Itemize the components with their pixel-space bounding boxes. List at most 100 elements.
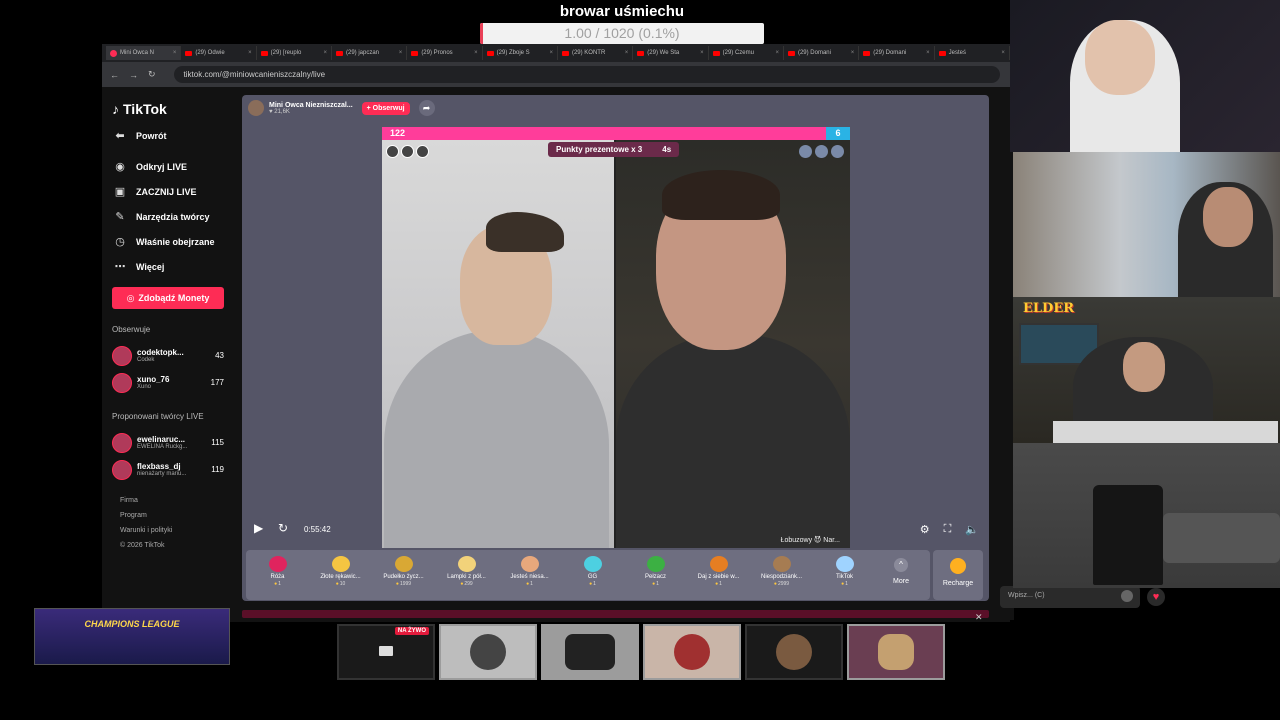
gift-item[interactable]: Róża1 xyxy=(246,550,309,600)
host-name[interactable]: Mini Owca Niezniszczal... xyxy=(269,102,353,109)
browser-tab[interactable]: Mini Owca N × xyxy=(106,46,182,60)
chat-input[interactable]: Wpisz... (C) xyxy=(1000,586,1140,608)
thumbnail-2[interactable] xyxy=(541,624,639,680)
get-coins-button[interactable]: ◎ Zdobądź Monety xyxy=(112,287,224,309)
tab-close-icon[interactable]: × xyxy=(775,50,779,56)
gift-item[interactable]: Lampki z pół...299 xyxy=(435,550,498,600)
creator-item[interactable]: codektopk... Codek 43 xyxy=(112,342,238,369)
browser-tab[interactable]: (29) We Sta × xyxy=(633,46,709,60)
avatar xyxy=(112,432,132,453)
gift-icon xyxy=(646,556,665,572)
gift-item[interactable]: Jesteś niesa...1 xyxy=(498,550,561,600)
footer-link[interactable]: Program xyxy=(120,508,238,523)
browser-tab[interactable]: (29) japczan × xyxy=(332,46,408,60)
tab-close-icon[interactable]: × xyxy=(399,50,403,56)
gift-icon xyxy=(709,556,728,572)
forward-nav-icon[interactable]: → xyxy=(129,70,138,80)
sidebar-item[interactable]: ▣ ZACZNIJ LIVE xyxy=(112,179,238,204)
gift-item[interactable]: Złote rękawic...10 xyxy=(309,550,372,600)
sidebar-item[interactable]: ◉ Odkryj LIVE xyxy=(112,154,238,179)
gift-name: Lampki z pół... xyxy=(447,574,486,580)
browser-tab[interactable]: (29) Pronos × xyxy=(407,46,483,60)
thumbnail-screen[interactable]: NA ŻYWO xyxy=(337,624,435,680)
sidebar-item[interactable]: ✎ Narzędzia twórcy xyxy=(112,204,238,229)
gift-price: 1 xyxy=(589,581,596,587)
elder-logo: ELDER xyxy=(1023,301,1075,316)
browser-tab[interactable]: Jesteś × xyxy=(935,46,1010,60)
tiktok-logo[interactable]: ♪ TikTok xyxy=(112,101,238,117)
recharge-button[interactable]: Recharge xyxy=(933,550,983,600)
thumbnail-1[interactable] xyxy=(439,624,537,680)
battle-timer: 4s xyxy=(662,145,672,154)
close-icon[interactable]: ✕ xyxy=(975,612,983,623)
thumbnail-4[interactable] xyxy=(745,624,843,680)
right-streamer-tag[interactable]: Łobuzowy 😈 Nar... xyxy=(781,536,840,544)
gift-item[interactable]: Pełzacz1 xyxy=(624,550,687,600)
tab-close-icon[interactable]: × xyxy=(549,50,553,56)
footer-link[interactable]: Warunki i polityki xyxy=(120,523,238,538)
follow-button[interactable]: + Obserwuj xyxy=(361,101,410,115)
gift-name: GG xyxy=(587,574,598,580)
comment-bar xyxy=(242,610,989,618)
sidebar-item[interactable]: ⋯ Więcej xyxy=(112,254,238,279)
gift-item[interactable]: GG1 xyxy=(561,550,624,600)
footer-link[interactable]: Firma xyxy=(120,493,238,508)
avatar xyxy=(112,372,132,393)
tab-close-icon[interactable]: × xyxy=(625,50,629,56)
tab-close-icon[interactable]: × xyxy=(173,50,177,56)
browser-tab[interactable]: (29) KONTR × xyxy=(558,46,634,60)
browser-tab[interactable]: (29) Odwie × xyxy=(181,46,257,60)
gift-item[interactable]: Daj z siebie w...1 xyxy=(687,550,750,600)
tab-close-icon[interactable]: × xyxy=(1001,50,1005,56)
tab-close-icon[interactable]: × xyxy=(926,50,930,56)
reload-icon[interactable]: ↻ xyxy=(148,69,156,80)
browser-tab[interactable]: (29) Czemu × xyxy=(709,46,784,60)
gift-item[interactable]: Pudełko życz...1999 xyxy=(372,550,435,600)
url-field[interactable]: tiktok.com/@miniowcanieniszczalny/live xyxy=(173,66,1000,83)
browser-tab[interactable]: (29) Domani × xyxy=(859,46,935,60)
creator-subtitle: nienażarty mariu... xyxy=(137,471,187,477)
sidebar-item-label: ZACZNIJ LIVE xyxy=(136,186,197,197)
gift-icon xyxy=(772,556,791,572)
thumbnail-3[interactable] xyxy=(643,624,741,680)
suggested-list: ewelinaruc... EWELINA Ruckg... 115 flexbass… xyxy=(112,429,238,483)
share-icon[interactable]: ➦ xyxy=(418,100,435,116)
creator-item[interactable]: xuno_76 Xuno 177 xyxy=(112,369,238,396)
live-video[interactable]: Łobuzowy 😈 Nar... 122 6 Punkty prezentow… xyxy=(382,127,850,548)
browser-tab[interactable]: (29) Zboje S × xyxy=(483,46,558,60)
volume-icon[interactable]: 🔈 xyxy=(965,523,979,536)
thumbnail-5[interactable] xyxy=(847,624,945,680)
fullscreen-icon[interactable]: ⛶ xyxy=(944,523,952,536)
host-avatar[interactable] xyxy=(248,100,264,116)
browser-tab[interactable]: (29) [reuplo × xyxy=(257,46,332,60)
creator-item[interactable]: ewelinaruc... EWELINA Ruckg... 115 xyxy=(112,429,238,456)
sidebar-item[interactable]: ◷ Właśnie obejrzane xyxy=(112,229,238,254)
play-icon[interactable]: ▶ xyxy=(254,521,263,535)
gift-item[interactable]: Niespodziank...2999 xyxy=(750,550,813,600)
more-gifts-button[interactable]: ^ More xyxy=(876,550,926,600)
tab-close-icon[interactable]: × xyxy=(700,50,704,56)
settings-icon[interactable]: ⚙ xyxy=(920,523,930,536)
youtube-icon xyxy=(335,50,343,56)
browser-tab[interactable]: (29) Domani × xyxy=(784,46,860,60)
supporter-avatar xyxy=(416,145,429,158)
footer-link: © 2026 TikTok xyxy=(120,542,165,549)
player-controls: ⚙ ⛶ 🔈 xyxy=(920,523,979,536)
back-link[interactable]: ⬅ Powrót xyxy=(112,123,238,148)
gift-item[interactable]: TikTok1 xyxy=(813,550,876,600)
live-icon: ◉ xyxy=(115,161,125,173)
heart-icon[interactable]: ♥ xyxy=(1147,588,1165,606)
tab-close-icon[interactable]: × xyxy=(248,50,252,56)
creator-name: flexbass_dj xyxy=(137,462,181,471)
supporter-avatar xyxy=(386,145,399,158)
refresh-icon[interactable]: ↻ xyxy=(278,521,288,535)
creator-item[interactable]: flexbass_dj nienażarty mariu... 119 xyxy=(112,456,238,483)
emoji-icon[interactable] xyxy=(1121,590,1133,602)
back-nav-icon[interactable]: ← xyxy=(110,70,119,80)
goal-progress-bar: 1.00 / 1020 (0.1%) xyxy=(480,23,764,44)
tab-close-icon[interactable]: × xyxy=(851,50,855,56)
tab-label: Mini Owca N xyxy=(120,50,155,56)
avatar xyxy=(112,345,132,366)
tab-close-icon[interactable]: × xyxy=(474,50,478,56)
tab-close-icon[interactable]: × xyxy=(323,50,327,56)
